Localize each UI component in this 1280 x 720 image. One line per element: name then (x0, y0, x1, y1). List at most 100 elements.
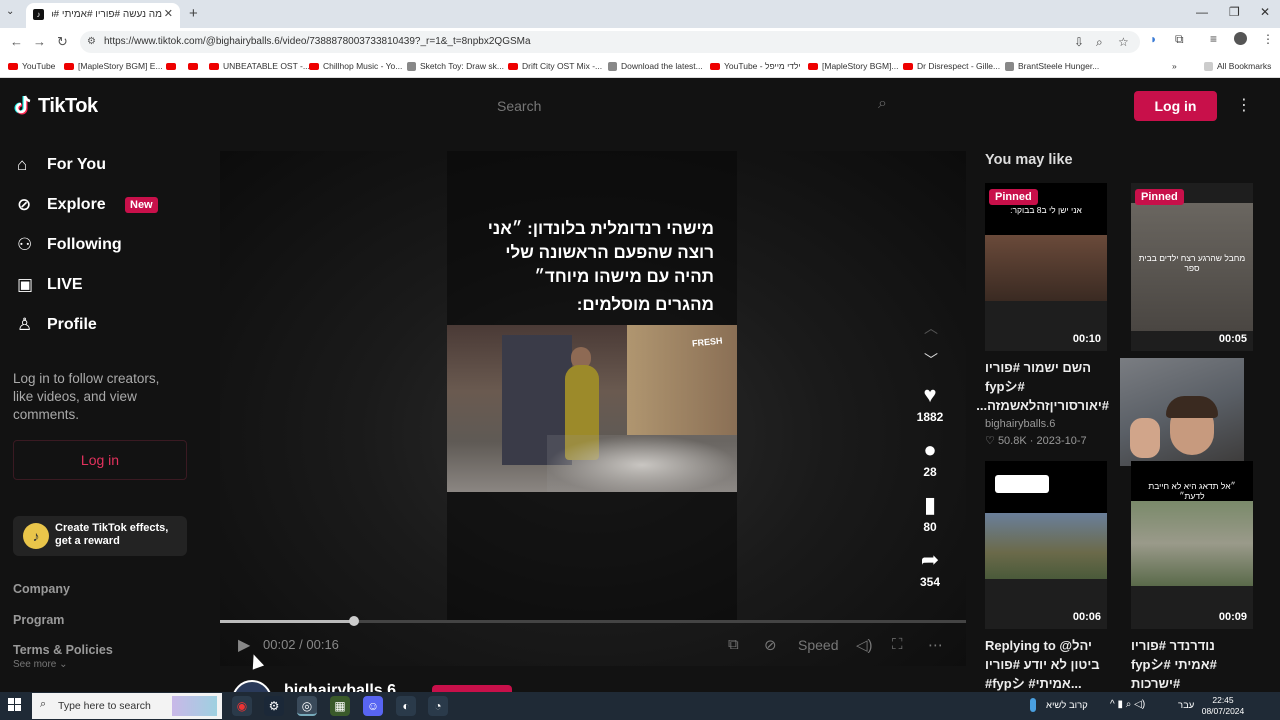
card-title[interactable]: השם ישמור #פוריו #fypシ #יאורסוריןזהלאשמז… (976, 358, 1109, 415)
create-effects-banner[interactable]: ♪ Create TikTok effects, get a reward (13, 516, 187, 556)
more-controls-icon[interactable]: ⋯ (928, 636, 943, 654)
comment-count: 28 (923, 465, 937, 479)
login-button[interactable]: Log in (1134, 91, 1217, 121)
bookmark-item[interactable] (166, 61, 180, 71)
chrome-icon[interactable]: ◎ (297, 696, 317, 716)
minimize-icon[interactable]: — (1196, 5, 1208, 19)
bookmark-item[interactable]: YouTube (8, 61, 55, 71)
more-options-icon[interactable]: ⋮ (1236, 95, 1252, 115)
sidebar-login-button[interactable]: Log in (13, 440, 187, 480)
video-player[interactable]: מישהי רנדומלית בלונדון: ״אני רוצה שהפעם … (220, 151, 966, 666)
discord-icon[interactable]: ☺ (363, 696, 383, 716)
play-icon[interactable]: ▶ (238, 635, 250, 655)
language-indicator[interactable]: עבר (1178, 700, 1194, 711)
bookmark-item[interactable]: UNBEATABLE OST -... (209, 61, 310, 71)
new-tab-icon[interactable]: + (189, 5, 198, 22)
search-input[interactable]: Search ⌕ (479, 90, 899, 122)
extensions-puzzle-icon[interactable]: ⧉ (1175, 32, 1184, 47)
video-controls: ▶ 00:02 / 00:16 ⧉ ⊘ Speed ◁) ⛶ ⋯ (220, 628, 966, 664)
bookmark-item[interactable]: [MapleStory BGM]... (808, 61, 899, 71)
site-info-icon[interactable]: ⚙ (87, 36, 96, 47)
bookmark-star-icon[interactable]: ☆ (1118, 35, 1129, 49)
recommended-video-card[interactable]: אני ישן לי ב8 בבוקר: Pinned 00:10 (985, 183, 1107, 351)
bookmark-item[interactable]: Dr Disrespect - Gille... (903, 61, 1000, 71)
see-more-link[interactable]: See more ⌄ (13, 659, 68, 670)
pip-icon[interactable]: ⧉ (728, 636, 739, 653)
steam-icon[interactable]: ⚙ (264, 696, 284, 716)
bookmark-item[interactable]: Chillhop Music - Yo... (309, 61, 402, 71)
extension-icon[interactable]: ◗ (1150, 32, 1157, 46)
recommended-video-card[interactable]: 00:06 (985, 461, 1107, 629)
bookmark-item[interactable]: Drift City OST Mix -... (508, 61, 602, 71)
like-count: 1882 (916, 410, 944, 424)
youtube-icon (8, 63, 18, 70)
app-icon[interactable]: ▦ (330, 696, 350, 716)
card-title[interactable]: נודרנדר #פוריו #אמיתי #fypシ #ישרכות #חרב… (1131, 636, 1255, 692)
youtube-icon (309, 63, 319, 70)
recommended-video-card[interactable]: ״אל תדאג היא לא חייבת לדעת״ 00:09 (1131, 461, 1253, 629)
browser-tab-active[interactable]: ♪ מה נעשה #פוריו #אמיתי #fyp ✕ (26, 3, 180, 28)
app-icon[interactable]: ◔ (428, 696, 448, 716)
recommended-video-card[interactable]: מחבל שהרגע רצח ילדים בבית ספר Pinned 00:… (1131, 183, 1253, 351)
avatar[interactable] (232, 680, 272, 692)
restore-icon[interactable]: ❐ (1229, 5, 1240, 19)
all-bookmarks[interactable]: All Bookmarks (1204, 61, 1271, 71)
search-icon[interactable]: ⌕ (878, 95, 887, 113)
close-window-icon[interactable]: ✕ (1260, 5, 1270, 19)
taskbar-clock[interactable]: 22:45 08/07/2024 (1198, 695, 1248, 717)
media-icon[interactable]: ≡ (1210, 32, 1217, 46)
app-icon[interactable]: ◉ (232, 696, 252, 716)
bookmark-item[interactable] (188, 61, 202, 71)
like-button[interactable]: ♥ 1882 (910, 383, 950, 425)
browser-toolbar: ← → ↻ ⚙ https://www.tiktok.com/@bighairy… (0, 28, 1280, 56)
footer-program[interactable]: Program (13, 613, 64, 627)
comment-button[interactable]: ● 28 (910, 438, 950, 480)
volume-icon[interactable]: ◁) (856, 636, 873, 654)
footer-company[interactable]: Company (13, 582, 70, 596)
install-icon[interactable]: ⇩ (1074, 35, 1084, 49)
bookmarks-bar: YouTube [MapleStory BGM] E... UNBEATABLE… (0, 56, 1280, 78)
next-video-icon[interactable]: ﹀ (924, 350, 938, 370)
card-sticker (995, 475, 1049, 493)
more-bookmarks-icon[interactable]: » (1172, 61, 1177, 71)
bookmark-item[interactable]: YouTube - ילדי מייפל (710, 61, 801, 71)
footer-terms[interactable]: Terms & Policies (13, 643, 113, 657)
forward-icon[interactable]: → (33, 34, 46, 49)
youtube-icon (209, 63, 219, 70)
share-button[interactable]: ➦ 354 (910, 548, 950, 590)
windows-start-icon[interactable] (8, 698, 22, 712)
bookmark-item[interactable]: BrantSteele Hunger... (1005, 61, 1099, 71)
zoom-icon[interactable]: ⌕ (1096, 35, 1103, 50)
previous-video-icon[interactable]: ︿ (924, 318, 938, 338)
tab-title: מה נעשה #פוריו #אמיתי #fyp (52, 9, 162, 20)
chrome-menu-icon[interactable]: ⋮ (1262, 32, 1274, 46)
bookmark-item[interactable]: Sketch Toy: Draw sk... (407, 61, 504, 71)
reload-icon[interactable]: ↻ (57, 34, 68, 50)
app-icon[interactable]: ◐ (396, 696, 416, 716)
bookmark-item[interactable]: [MapleStory BGM] E... (64, 61, 163, 71)
back-icon[interactable]: ← (10, 34, 23, 49)
close-tab-icon[interactable]: ✕ (164, 7, 173, 20)
video-caption-punchline: מהגרים מוסלמים: (576, 295, 714, 314)
clip-smoke (547, 435, 737, 492)
pinned-badge: Pinned (1135, 189, 1184, 205)
card-title[interactable]: Replying to @יהל ביטון לא יודע #פוריו #f… (985, 636, 1109, 692)
speed-button[interactable]: Speed (798, 637, 838, 653)
tray-icons[interactable]: ^ ▮ ⌕ ◁) (1110, 699, 1145, 710)
card-author[interactable]: bighairyballs.6 (985, 418, 1055, 430)
autoscroll-off-icon[interactable]: ⊘ (764, 636, 777, 654)
browser-tab-strip: ⌄ ♪ מה נעשה #פוריו #אמיתי #fyp ✕ + — ❐ ✕ (0, 0, 1280, 28)
video-progress-bar[interactable] (220, 616, 966, 626)
author-name[interactable]: bighairyballs.6 (284, 682, 396, 692)
address-bar[interactable]: ⚙ https://www.tiktok.com/@bighairyballs.… (80, 31, 1140, 53)
youtube-icon (808, 63, 818, 70)
fullscreen-icon[interactable]: ⛶ (892, 636, 903, 653)
tab-search-icon[interactable]: ⌄ (6, 6, 20, 20)
new-badge: New (125, 197, 158, 213)
tiktok-logo[interactable]: TikTok (13, 94, 98, 118)
taskbar-search-input[interactable]: ⌕ Type here to search (32, 693, 222, 719)
bookmark-item[interactable]: Download the latest... (608, 61, 703, 71)
profile-avatar[interactable] (1234, 32, 1247, 45)
follow-button[interactable] (432, 685, 512, 692)
save-button[interactable]: ▮ 80 (910, 493, 950, 535)
